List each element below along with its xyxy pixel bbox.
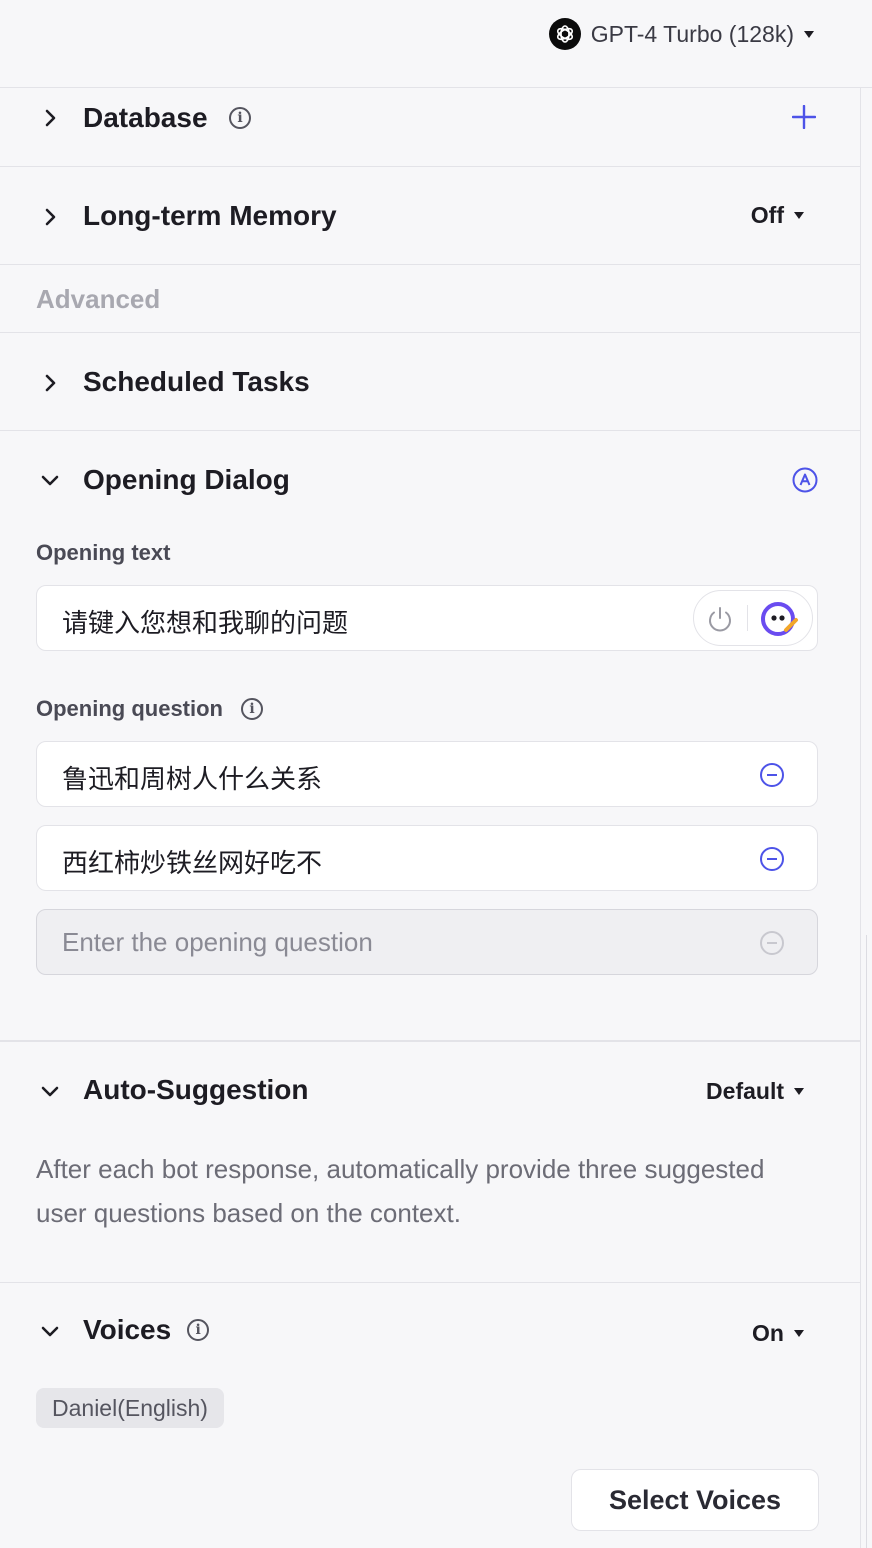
divider [747,605,748,631]
section-database[interactable]: Database i [0,88,860,167]
add-icon[interactable] [791,104,817,134]
opening-question-header: Opening question i [36,696,263,722]
opening-text-value: 请键入您想和我聊的问题 [62,608,349,638]
info-icon[interactable]: i [241,698,263,720]
suggestion-dropdown[interactable]: Default [706,1078,804,1105]
section-title: Opening Dialog [83,464,290,495]
model-name: GPT-4 Turbo (128k) [590,20,794,47]
memory-dropdown[interactable]: Off [751,202,804,229]
advanced-label: Advanced [36,284,161,314]
model-selector[interactable]: GPT-4 Turbo (128k) [548,17,814,51]
info-icon[interactable]: i [187,1319,210,1341]
chevron-right-icon[interactable] [40,108,60,128]
panel-divider [860,88,861,1548]
scrollbar[interactable] [866,935,872,1548]
remove-question-icon [760,931,784,955]
chevron-right-icon[interactable] [40,373,60,393]
chevron-down-icon [804,30,814,38]
chevron-right-icon[interactable] [40,207,60,227]
question-text: 西红柿炒铁丝网好吃不 [62,848,323,878]
section-voices: Voices i On Daniel(English) Select Voice… [0,1282,860,1548]
opening-text-label: Opening text [36,540,171,565]
section-long-term-memory[interactable]: Long-term Memory Off [0,167,860,265]
remove-question-icon[interactable] [760,847,784,871]
dropdown-value: Off [750,202,784,228]
section-scheduled-tasks[interactable]: Scheduled Tasks [0,333,860,431]
opening-text-actions [693,590,813,646]
advanced-header: Advanced [0,265,860,333]
voices-header: Voices i [83,1314,210,1346]
dropdown-value: Default [706,1078,784,1104]
section-title: Auto-Suggestion [83,1074,309,1105]
opening-text-input[interactable]: 请键入您想和我聊的问题 [36,585,818,651]
voice-tag: Daniel(English) [36,1388,224,1428]
dropdown-value: On [752,1320,784,1346]
voices-dropdown[interactable]: On [752,1320,804,1347]
section-auto-suggestion: Auto-Suggestion Default After each bot r… [0,1041,860,1283]
top-bar: GPT-4 Turbo (128k) [0,0,872,88]
chevron-down-icon[interactable] [40,1081,60,1101]
chevron-down-icon [794,1088,804,1095]
opening-question-label: Opening question [36,696,223,721]
question-text: 鲁迅和周树人什么关系 [62,764,323,794]
chevron-down-icon[interactable] [40,470,60,490]
auto-generate-icon[interactable] [792,467,818,498]
chevron-down-icon [794,1330,804,1337]
ai-assistant-icon[interactable] [760,600,800,643]
opening-question-1[interactable]: 鲁迅和周树人什么关系 [36,741,818,807]
suggestion-description: After each bot response, automatically p… [36,1154,765,1228]
question-placeholder: Enter the opening question [62,927,373,957]
chevron-down-icon [794,212,804,219]
chevron-down-icon[interactable] [40,1321,60,1341]
section-title: Long-term Memory [83,200,337,231]
power-icon[interactable] [705,604,735,639]
info-icon[interactable]: i [229,107,251,129]
opening-question-input[interactable]: Enter the opening question [36,909,818,975]
section-title: Voices [83,1314,172,1345]
select-voices-button[interactable]: Select Voices [571,1469,819,1531]
opening-question-2[interactable]: 西红柿炒铁丝网好吃不 [36,825,818,891]
remove-question-icon[interactable] [760,763,784,787]
openai-logo-icon [548,18,581,50]
section-title: Database [83,102,208,133]
section-title: Scheduled Tasks [83,366,310,397]
